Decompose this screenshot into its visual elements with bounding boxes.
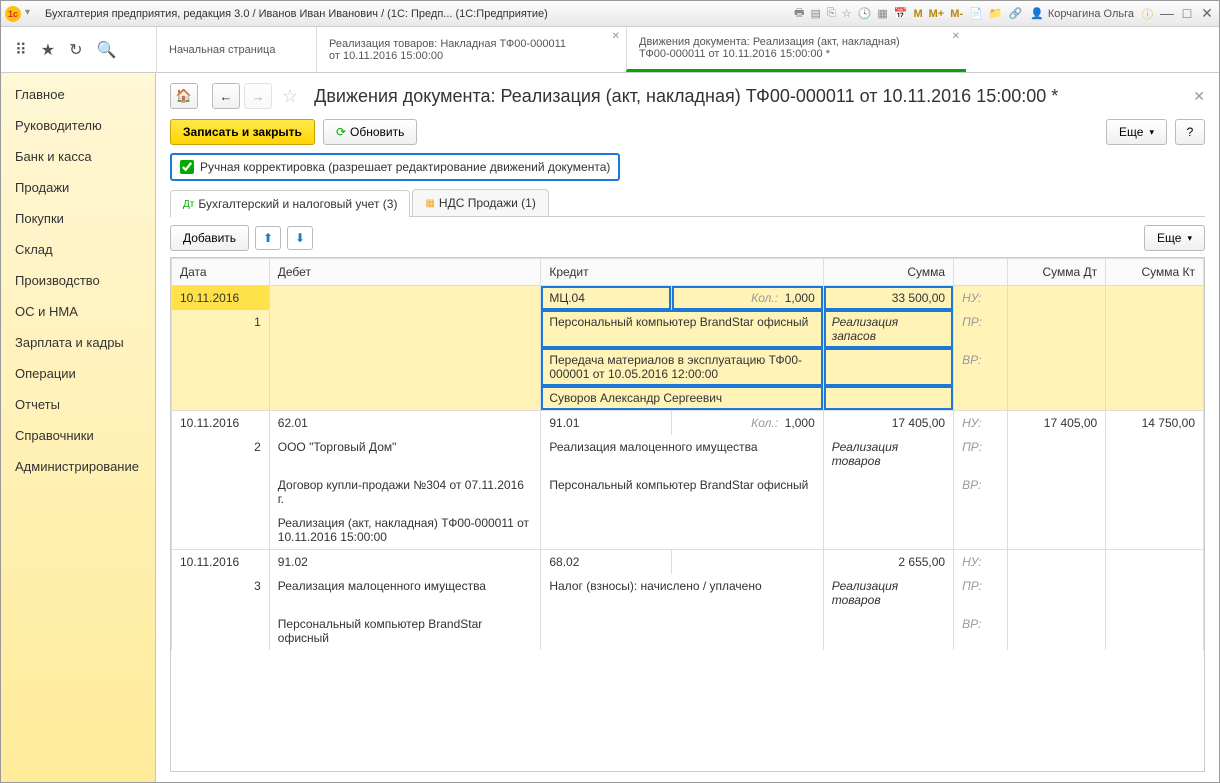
tab-strip: ⠿ ★ ↻ 🔍 Начальная страница Реализация то… xyxy=(1,27,1219,73)
sidebar-item[interactable]: Продажи xyxy=(1,172,155,203)
close-button[interactable]: ✕ xyxy=(1199,6,1215,22)
user-badge[interactable]: 👤 Корчагина Ольга xyxy=(1030,7,1134,20)
tab-close-icon[interactable]: ✕ xyxy=(612,31,620,42)
calendar-icon[interactable]: 📅 xyxy=(894,7,908,20)
sidebar-item[interactable]: Склад xyxy=(1,234,155,265)
refresh-icon: ⟳ xyxy=(336,125,346,139)
new-doc-icon[interactable]: 📄 xyxy=(969,7,983,20)
app-window: 1c ▾ Бухгалтерия предприятия, редакция 3… xyxy=(0,0,1220,783)
minimize-button[interactable]: — xyxy=(1159,6,1175,22)
sidebar-item[interactable]: Банк и касса xyxy=(1,141,155,172)
memory-m[interactable]: M xyxy=(913,8,922,20)
info-icon[interactable]: ⓘ xyxy=(1142,6,1153,22)
sidebar-item[interactable]: Администрирование xyxy=(1,451,155,482)
manual-correction-row[interactable]: Ручная корректировка (разрешает редактир… xyxy=(170,153,620,181)
entries-grid[interactable]: Дата Дебет Кредит Сумма Сумма Дт Сумма К… xyxy=(170,257,1205,772)
home-button[interactable]: 🏠 xyxy=(170,83,198,109)
grid-header: Дата Дебет Кредит Сумма Сумма Дт Сумма К… xyxy=(172,259,1204,286)
add-button[interactable]: Добавить xyxy=(170,225,249,251)
tab-movements[interactable]: Движения документа: Реализация (акт, нак… xyxy=(626,27,966,72)
more-button[interactable]: Еще xyxy=(1106,119,1167,145)
doc-icon[interactable]: ▤ xyxy=(811,7,821,20)
forward-button[interactable]: → xyxy=(244,83,272,109)
app-logo-icon: 1c xyxy=(5,6,21,22)
star-icon[interactable]: ★ xyxy=(41,40,55,60)
sidebar-item[interactable]: Покупки xyxy=(1,203,155,234)
page-close-icon[interactable]: ✕ xyxy=(1193,88,1205,105)
back-button[interactable]: ← xyxy=(212,83,240,109)
move-up-button[interactable]: ⬆ xyxy=(255,226,281,250)
sidebar-item[interactable]: Отчеты xyxy=(1,389,155,420)
register-icon: ▦ xyxy=(425,198,434,209)
folder-icon[interactable]: 📁 xyxy=(989,7,1003,20)
main-content: 🏠 ← → ☆ Движения документа: Реализация (… xyxy=(156,73,1219,782)
memory-mplus[interactable]: M+ xyxy=(929,8,945,20)
manual-correction-checkbox[interactable] xyxy=(180,160,194,174)
subtab-accounting[interactable]: Дт Бухгалтерский и налоговый учет (3) xyxy=(170,190,410,217)
favorite-icon[interactable]: ☆ xyxy=(842,7,852,20)
link-icon[interactable]: 🔗 xyxy=(1008,7,1022,20)
calc-icon[interactable]: ▦ xyxy=(877,7,887,20)
save-close-button[interactable]: Записать и закрыть xyxy=(170,119,315,145)
user-name: Корчагина Ольга xyxy=(1048,8,1134,20)
tab-close-icon[interactable]: ✕ xyxy=(952,31,960,42)
user-icon: 👤 xyxy=(1030,7,1044,20)
maximize-button[interactable]: □ xyxy=(1179,6,1195,22)
print-icon[interactable]: 🖶 xyxy=(794,4,804,23)
sidebar-item[interactable]: Зарплата и кадры xyxy=(1,327,155,358)
sidebar-item[interactable]: ОС и НМА xyxy=(1,296,155,327)
ledger-icon: Дт xyxy=(183,199,194,210)
sidebar-item[interactable]: Руководителю xyxy=(1,110,155,141)
tab-home[interactable]: Начальная страница xyxy=(156,27,316,72)
subtab-vat[interactable]: ▦ НДС Продажи (1) xyxy=(412,189,548,216)
sidebar-item[interactable]: Главное xyxy=(1,79,155,110)
history-icon[interactable]: ↻ xyxy=(69,40,82,60)
search-icon[interactable]: 🔍 xyxy=(96,40,116,60)
table-row[interactable]: 10.11.2016 МЦ.04 Кол.: 1,000 33 500,00 Н… xyxy=(172,286,1204,412)
move-down-button[interactable]: ⬇ xyxy=(287,226,313,250)
manual-correction-label: Ручная корректировка (разрешает редактир… xyxy=(200,160,610,174)
table-row[interactable]: 10.11.2016 62.01 91.01 Кол.: 1,000 17 40… xyxy=(172,411,1204,550)
window-title: Бухгалтерия предприятия, редакция 3.0 / … xyxy=(45,8,794,20)
sidebar: Главное Руководителю Банк и касса Продаж… xyxy=(1,73,156,782)
sidebar-item[interactable]: Производство xyxy=(1,265,155,296)
refresh-button[interactable]: ⟳ Обновить xyxy=(323,119,417,145)
favorite-star-icon[interactable]: ☆ xyxy=(282,86,298,107)
page-title: Движения документа: Реализация (акт, нак… xyxy=(314,86,1189,107)
tab-realization[interactable]: Реализация товаров: Накладная ТФ00-00001… xyxy=(316,27,626,72)
more-button-2[interactable]: Еще xyxy=(1144,225,1205,251)
copy-icon[interactable]: ⎘ xyxy=(827,7,836,20)
help-button[interactable]: ? xyxy=(1175,119,1205,145)
sidebar-item[interactable]: Операции xyxy=(1,358,155,389)
sidebar-item[interactable]: Справочники xyxy=(1,420,155,451)
memory-mminus[interactable]: M- xyxy=(950,8,963,20)
apps-icon[interactable]: ⠿ xyxy=(15,40,27,60)
titlebar: 1c ▾ Бухгалтерия предприятия, редакция 3… xyxy=(1,1,1219,27)
clock-icon[interactable]: 🕓 xyxy=(858,7,872,20)
table-row[interactable]: 10.11.2016 91.02 68.02 2 655,00 НУ: 3 Ре… xyxy=(172,550,1204,651)
history-dropdown-icon[interactable]: ▾ xyxy=(25,7,39,21)
